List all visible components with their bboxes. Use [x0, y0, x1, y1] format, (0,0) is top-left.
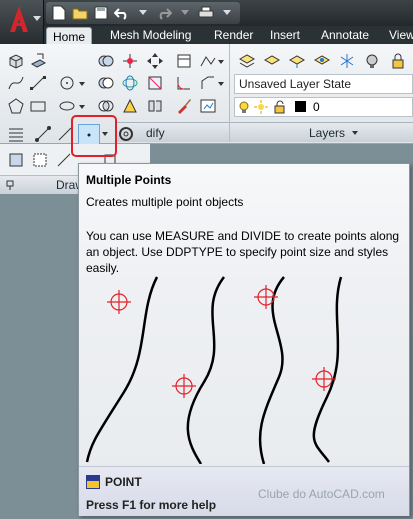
- layer-freeze-icon[interactable]: [337, 51, 357, 71]
- redo-dropdown-icon[interactable]: [176, 4, 194, 22]
- layer-isolate-icon[interactable]: [312, 51, 332, 71]
- chamfer-icon[interactable]: [198, 73, 218, 93]
- 3d-move-gizmo-icon[interactable]: [145, 51, 165, 71]
- extrude-icon[interactable]: [28, 51, 48, 71]
- pin-icon: [6, 180, 14, 190]
- union-icon[interactable]: [96, 51, 116, 71]
- quick-access-toolbar: [46, 2, 240, 24]
- ribbon-tab-bar: Home Mesh Modeling Render Insert Annotat…: [44, 26, 413, 45]
- wipeout-icon[interactable]: [30, 150, 50, 170]
- region-icon[interactable]: [6, 150, 26, 170]
- polyline-icon[interactable]: [198, 51, 218, 71]
- sun-icon: [254, 100, 268, 114]
- undo-dropdown-icon[interactable]: [134, 4, 152, 22]
- redo-icon[interactable]: [155, 4, 173, 22]
- draw-panel-title[interactable]: Draw: [0, 176, 84, 194]
- tab-annotate[interactable]: Annotate: [315, 26, 375, 44]
- 3d-align-icon[interactable]: [145, 73, 165, 93]
- tab-render[interactable]: Render: [208, 26, 259, 44]
- layers-panel-label: Layers: [309, 126, 346, 140]
- command-tooltip: Multiple Points Creates multiple point o…: [78, 163, 410, 516]
- polygon-icon[interactable]: [6, 96, 26, 116]
- chevron-down-icon: [33, 16, 41, 21]
- new-file-icon[interactable]: [50, 4, 68, 22]
- block-editor-icon[interactable]: [198, 96, 218, 116]
- hatch-icon[interactable]: [6, 124, 26, 144]
- 3d-move-icon[interactable]: [120, 51, 140, 71]
- highlight-marker: [71, 115, 117, 157]
- layer-lock-icon[interactable]: [388, 51, 408, 71]
- layer-states-icon[interactable]: [237, 51, 257, 71]
- point-marker-icon: [107, 290, 131, 314]
- layer-dropdown[interactable]: 0: [234, 97, 413, 117]
- ellipse-icon[interactable]: [57, 96, 77, 116]
- modify-panel-label: dify: [146, 126, 165, 140]
- application-menu-button[interactable]: [0, 0, 44, 44]
- tooltip-help-hint: Press F1 for more help: [86, 498, 217, 512]
- tooltip-title: Multiple Points: [86, 173, 172, 187]
- layer-properties-icon[interactable]: [174, 51, 194, 71]
- 3d-scale-icon[interactable]: [120, 96, 140, 116]
- point-marker-icon: [172, 374, 196, 398]
- layer-previous-icon[interactable]: [262, 51, 282, 71]
- layer-off-icon[interactable]: [362, 51, 382, 71]
- unlock-icon: [274, 100, 285, 114]
- arc-icon[interactable]: [33, 124, 53, 144]
- color-swatch: [295, 101, 306, 112]
- chevron-down-icon[interactable]: [79, 82, 85, 86]
- undo-icon[interactable]: [113, 4, 131, 22]
- box-icon[interactable]: [6, 51, 26, 71]
- circle-icon[interactable]: [57, 73, 77, 93]
- tooltip-content: Multiple Points Creates multiple point o…: [79, 164, 409, 469]
- tooltip-command-name: POINT: [105, 475, 142, 489]
- current-layer-name: 0: [313, 100, 320, 114]
- chevron-down-icon[interactable]: [218, 60, 224, 64]
- layer-match-icon[interactable]: [287, 51, 307, 71]
- 3d-rotate-icon[interactable]: [120, 73, 140, 93]
- layer-state-dropdown[interactable]: Unsaved Layer State: [234, 74, 413, 94]
- save-icon[interactable]: [92, 4, 110, 22]
- command-line-icon: [86, 475, 100, 489]
- tab-view[interactable]: View: [383, 26, 413, 44]
- subtract-icon[interactable]: [96, 73, 116, 93]
- tab-insert[interactable]: Insert: [264, 26, 306, 44]
- paint-brush-icon[interactable]: [174, 96, 194, 116]
- qat-customize-icon[interactable]: [218, 4, 236, 22]
- donut-icon[interactable]: [116, 124, 136, 144]
- tab-mesh-modeling[interactable]: Mesh Modeling: [104, 26, 197, 44]
- watermark: Clube do AutoCAD.com: [258, 487, 385, 501]
- tab-home[interactable]: Home: [46, 27, 93, 45]
- rectangle-icon[interactable]: [28, 96, 48, 116]
- open-folder-icon[interactable]: [71, 4, 89, 22]
- plot-icon[interactable]: [197, 4, 215, 22]
- curves: [85, 276, 343, 464]
- line-icon[interactable]: [28, 73, 48, 93]
- lightbulb-icon: [239, 101, 249, 113]
- tooltip-description: Creates multiple point objects: [86, 195, 244, 209]
- tooltip-illustration: [85, 276, 343, 464]
- point-marker-icon: [254, 285, 278, 309]
- chevron-down-icon[interactable]: [352, 131, 358, 135]
- intersect-icon[interactable]: [96, 96, 116, 116]
- fillet-icon[interactable]: [174, 73, 194, 93]
- chevron-down-icon[interactable]: [218, 82, 224, 86]
- 3d-mirror-icon[interactable]: [145, 96, 165, 116]
- autocad-logo-icon: [10, 6, 28, 32]
- chevron-down-icon[interactable]: [79, 105, 85, 109]
- spline-icon[interactable]: [6, 73, 26, 93]
- tooltip-body: You can use MEASURE and DIVIDE to create…: [86, 229, 400, 275]
